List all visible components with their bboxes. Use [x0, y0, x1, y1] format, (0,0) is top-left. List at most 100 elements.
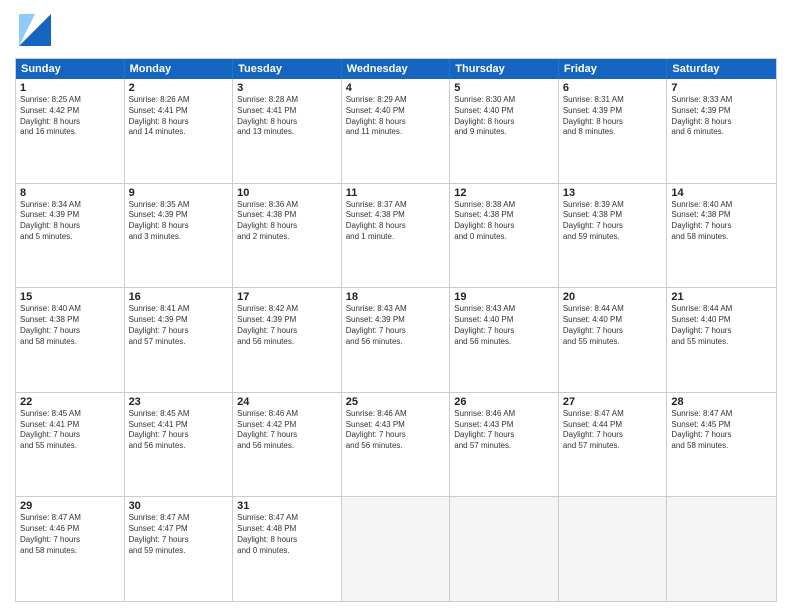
calendar-header: SundayMondayTuesdayWednesdayThursdayFrid…: [16, 59, 776, 79]
cell-info: Sunrise: 8:44 AMSunset: 4:40 PMDaylight:…: [671, 304, 772, 347]
calendar-cell: 29Sunrise: 8:47 AMSunset: 4:46 PMDayligh…: [16, 497, 125, 601]
calendar-row: 8Sunrise: 8:34 AMSunset: 4:39 PMDaylight…: [16, 184, 776, 289]
calendar-cell: 5Sunrise: 8:30 AMSunset: 4:40 PMDaylight…: [450, 79, 559, 183]
day-number: 12: [454, 187, 554, 199]
page: SundayMondayTuesdayWednesdayThursdayFrid…: [0, 0, 792, 612]
day-number: 29: [20, 500, 120, 512]
cell-info: Sunrise: 8:47 AMSunset: 4:47 PMDaylight:…: [129, 513, 229, 556]
day-number: 14: [671, 187, 772, 199]
cell-info: Sunrise: 8:37 AMSunset: 4:38 PMDaylight:…: [346, 200, 446, 243]
day-number: 30: [129, 500, 229, 512]
calendar-cell: 24Sunrise: 8:46 AMSunset: 4:42 PMDayligh…: [233, 393, 342, 497]
calendar-row: 15Sunrise: 8:40 AMSunset: 4:38 PMDayligh…: [16, 288, 776, 393]
cell-info: Sunrise: 8:47 AMSunset: 4:46 PMDaylight:…: [20, 513, 120, 556]
calendar-cell: 9Sunrise: 8:35 AMSunset: 4:39 PMDaylight…: [125, 184, 234, 288]
day-number: 20: [563, 291, 663, 303]
calendar-row: 22Sunrise: 8:45 AMSunset: 4:41 PMDayligh…: [16, 393, 776, 498]
cell-info: Sunrise: 8:45 AMSunset: 4:41 PMDaylight:…: [20, 409, 120, 452]
calendar-cell: 6Sunrise: 8:31 AMSunset: 4:39 PMDaylight…: [559, 79, 668, 183]
cell-info: Sunrise: 8:41 AMSunset: 4:39 PMDaylight:…: [129, 304, 229, 347]
day-number: 2: [129, 82, 229, 94]
cell-info: Sunrise: 8:33 AMSunset: 4:39 PMDaylight:…: [671, 95, 772, 138]
day-number: 15: [20, 291, 120, 303]
cell-info: Sunrise: 8:47 AMSunset: 4:48 PMDaylight:…: [237, 513, 337, 556]
cell-info: Sunrise: 8:43 AMSunset: 4:40 PMDaylight:…: [454, 304, 554, 347]
cal-header-day: Wednesday: [342, 59, 451, 79]
cell-info: Sunrise: 8:30 AMSunset: 4:40 PMDaylight:…: [454, 95, 554, 138]
calendar-cell: 7Sunrise: 8:33 AMSunset: 4:39 PMDaylight…: [667, 79, 776, 183]
day-number: 28: [671, 396, 772, 408]
day-number: 25: [346, 396, 446, 408]
day-number: 8: [20, 187, 120, 199]
day-number: 13: [563, 187, 663, 199]
day-number: 24: [237, 396, 337, 408]
calendar-cell: 2Sunrise: 8:26 AMSunset: 4:41 PMDaylight…: [125, 79, 234, 183]
cal-header-day: Friday: [559, 59, 668, 79]
day-number: 19: [454, 291, 554, 303]
calendar-cell: [667, 497, 776, 601]
day-number: 16: [129, 291, 229, 303]
day-number: 18: [346, 291, 446, 303]
cell-info: Sunrise: 8:47 AMSunset: 4:44 PMDaylight:…: [563, 409, 663, 452]
calendar-cell: 1Sunrise: 8:25 AMSunset: 4:42 PMDaylight…: [16, 79, 125, 183]
logo-icon: [15, 10, 55, 50]
day-number: 31: [237, 500, 337, 512]
day-number: 1: [20, 82, 120, 94]
cell-info: Sunrise: 8:47 AMSunset: 4:45 PMDaylight:…: [671, 409, 772, 452]
calendar-cell: 3Sunrise: 8:28 AMSunset: 4:41 PMDaylight…: [233, 79, 342, 183]
cell-info: Sunrise: 8:25 AMSunset: 4:42 PMDaylight:…: [20, 95, 120, 138]
calendar-cell: 15Sunrise: 8:40 AMSunset: 4:38 PMDayligh…: [16, 288, 125, 392]
day-number: 21: [671, 291, 772, 303]
day-number: 23: [129, 396, 229, 408]
day-number: 5: [454, 82, 554, 94]
calendar-cell: [559, 497, 668, 601]
day-number: 4: [346, 82, 446, 94]
cell-info: Sunrise: 8:36 AMSunset: 4:38 PMDaylight:…: [237, 200, 337, 243]
cell-info: Sunrise: 8:29 AMSunset: 4:40 PMDaylight:…: [346, 95, 446, 138]
cell-info: Sunrise: 8:43 AMSunset: 4:39 PMDaylight:…: [346, 304, 446, 347]
calendar-cell: 27Sunrise: 8:47 AMSunset: 4:44 PMDayligh…: [559, 393, 668, 497]
calendar-cell: [342, 497, 451, 601]
calendar-cell: 21Sunrise: 8:44 AMSunset: 4:40 PMDayligh…: [667, 288, 776, 392]
cell-info: Sunrise: 8:45 AMSunset: 4:41 PMDaylight:…: [129, 409, 229, 452]
cell-info: Sunrise: 8:39 AMSunset: 4:38 PMDaylight:…: [563, 200, 663, 243]
header: [15, 10, 777, 50]
day-number: 6: [563, 82, 663, 94]
cal-header-day: Saturday: [667, 59, 776, 79]
cell-info: Sunrise: 8:46 AMSunset: 4:42 PMDaylight:…: [237, 409, 337, 452]
calendar: SundayMondayTuesdayWednesdayThursdayFrid…: [15, 58, 777, 602]
cell-info: Sunrise: 8:26 AMSunset: 4:41 PMDaylight:…: [129, 95, 229, 138]
calendar-cell: 14Sunrise: 8:40 AMSunset: 4:38 PMDayligh…: [667, 184, 776, 288]
calendar-cell: 4Sunrise: 8:29 AMSunset: 4:40 PMDaylight…: [342, 79, 451, 183]
day-number: 17: [237, 291, 337, 303]
cell-info: Sunrise: 8:46 AMSunset: 4:43 PMDaylight:…: [454, 409, 554, 452]
cal-header-day: Sunday: [16, 59, 125, 79]
calendar-cell: 19Sunrise: 8:43 AMSunset: 4:40 PMDayligh…: [450, 288, 559, 392]
calendar-cell: 10Sunrise: 8:36 AMSunset: 4:38 PMDayligh…: [233, 184, 342, 288]
calendar-cell: 26Sunrise: 8:46 AMSunset: 4:43 PMDayligh…: [450, 393, 559, 497]
day-number: 26: [454, 396, 554, 408]
calendar-cell: 16Sunrise: 8:41 AMSunset: 4:39 PMDayligh…: [125, 288, 234, 392]
cell-info: Sunrise: 8:40 AMSunset: 4:38 PMDaylight:…: [671, 200, 772, 243]
day-number: 3: [237, 82, 337, 94]
cell-info: Sunrise: 8:42 AMSunset: 4:39 PMDaylight:…: [237, 304, 337, 347]
calendar-cell: 30Sunrise: 8:47 AMSunset: 4:47 PMDayligh…: [125, 497, 234, 601]
cell-info: Sunrise: 8:44 AMSunset: 4:40 PMDaylight:…: [563, 304, 663, 347]
calendar-cell: 20Sunrise: 8:44 AMSunset: 4:40 PMDayligh…: [559, 288, 668, 392]
cell-info: Sunrise: 8:31 AMSunset: 4:39 PMDaylight:…: [563, 95, 663, 138]
logo: [15, 10, 57, 50]
day-number: 10: [237, 187, 337, 199]
day-number: 7: [671, 82, 772, 94]
cell-info: Sunrise: 8:38 AMSunset: 4:38 PMDaylight:…: [454, 200, 554, 243]
cal-header-day: Tuesday: [233, 59, 342, 79]
calendar-cell: 22Sunrise: 8:45 AMSunset: 4:41 PMDayligh…: [16, 393, 125, 497]
cal-header-day: Thursday: [450, 59, 559, 79]
day-number: 9: [129, 187, 229, 199]
calendar-cell: 28Sunrise: 8:47 AMSunset: 4:45 PMDayligh…: [667, 393, 776, 497]
day-number: 27: [563, 396, 663, 408]
calendar-cell: 11Sunrise: 8:37 AMSunset: 4:38 PMDayligh…: [342, 184, 451, 288]
day-number: 11: [346, 187, 446, 199]
calendar-body: 1Sunrise: 8:25 AMSunset: 4:42 PMDaylight…: [16, 79, 776, 601]
calendar-cell: 31Sunrise: 8:47 AMSunset: 4:48 PMDayligh…: [233, 497, 342, 601]
cell-info: Sunrise: 8:28 AMSunset: 4:41 PMDaylight:…: [237, 95, 337, 138]
